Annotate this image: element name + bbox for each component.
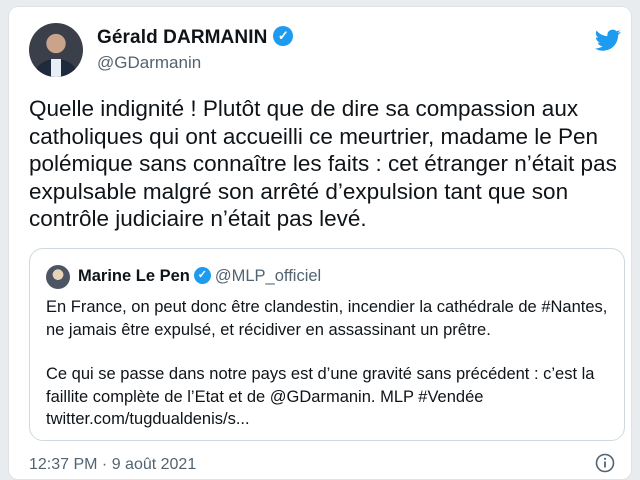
author-name-row[interactable]: Gérald DARMANIN ✓: [97, 25, 294, 49]
info-icon[interactable]: [595, 453, 615, 473]
tweet-text: Quelle indignité ! Plutôt que de dire sa…: [29, 96, 617, 231]
tweet-card: Gérald DARMANIN ✓ @GDarmanin Quelle indig…: [8, 6, 632, 480]
quoted-author-avatar[interactable]: [46, 265, 70, 289]
author-avatar[interactable]: [29, 23, 83, 77]
quoted-tweet-header: Marine Le Pen ✓ @MLP_officiel: [78, 267, 321, 286]
quoted-author-name[interactable]: Marine Le Pen: [78, 267, 190, 285]
quoted-verified-badge-icon: ✓: [193, 267, 211, 285]
quoted-author-handle[interactable]: @MLP_officiel: [215, 267, 321, 285]
quoted-tweet-body: En France, on peut donc être clandestin,…: [46, 296, 616, 431]
author-handle[interactable]: @GDarmanin: [97, 53, 201, 73]
quoted-paragraph-1: En France, on peut donc être clandestin,…: [46, 298, 608, 339]
verified-badge-icon: ✓: [273, 25, 294, 46]
avatar-shirt-shape: [51, 59, 61, 77]
twitter-bird-icon[interactable]: [593, 27, 623, 53]
tweet-timestamp[interactable]: 12:37 PM · 9 août 2021: [29, 456, 196, 474]
quoted-tweet[interactable]: Marine Le Pen ✓ @MLP_officiel En France, o…: [29, 248, 625, 441]
quoted-paragraph-2: Ce qui se passe dans notre pays est d’un…: [46, 365, 595, 428]
author-name[interactable]: Gérald DARMANIN: [97, 27, 267, 48]
